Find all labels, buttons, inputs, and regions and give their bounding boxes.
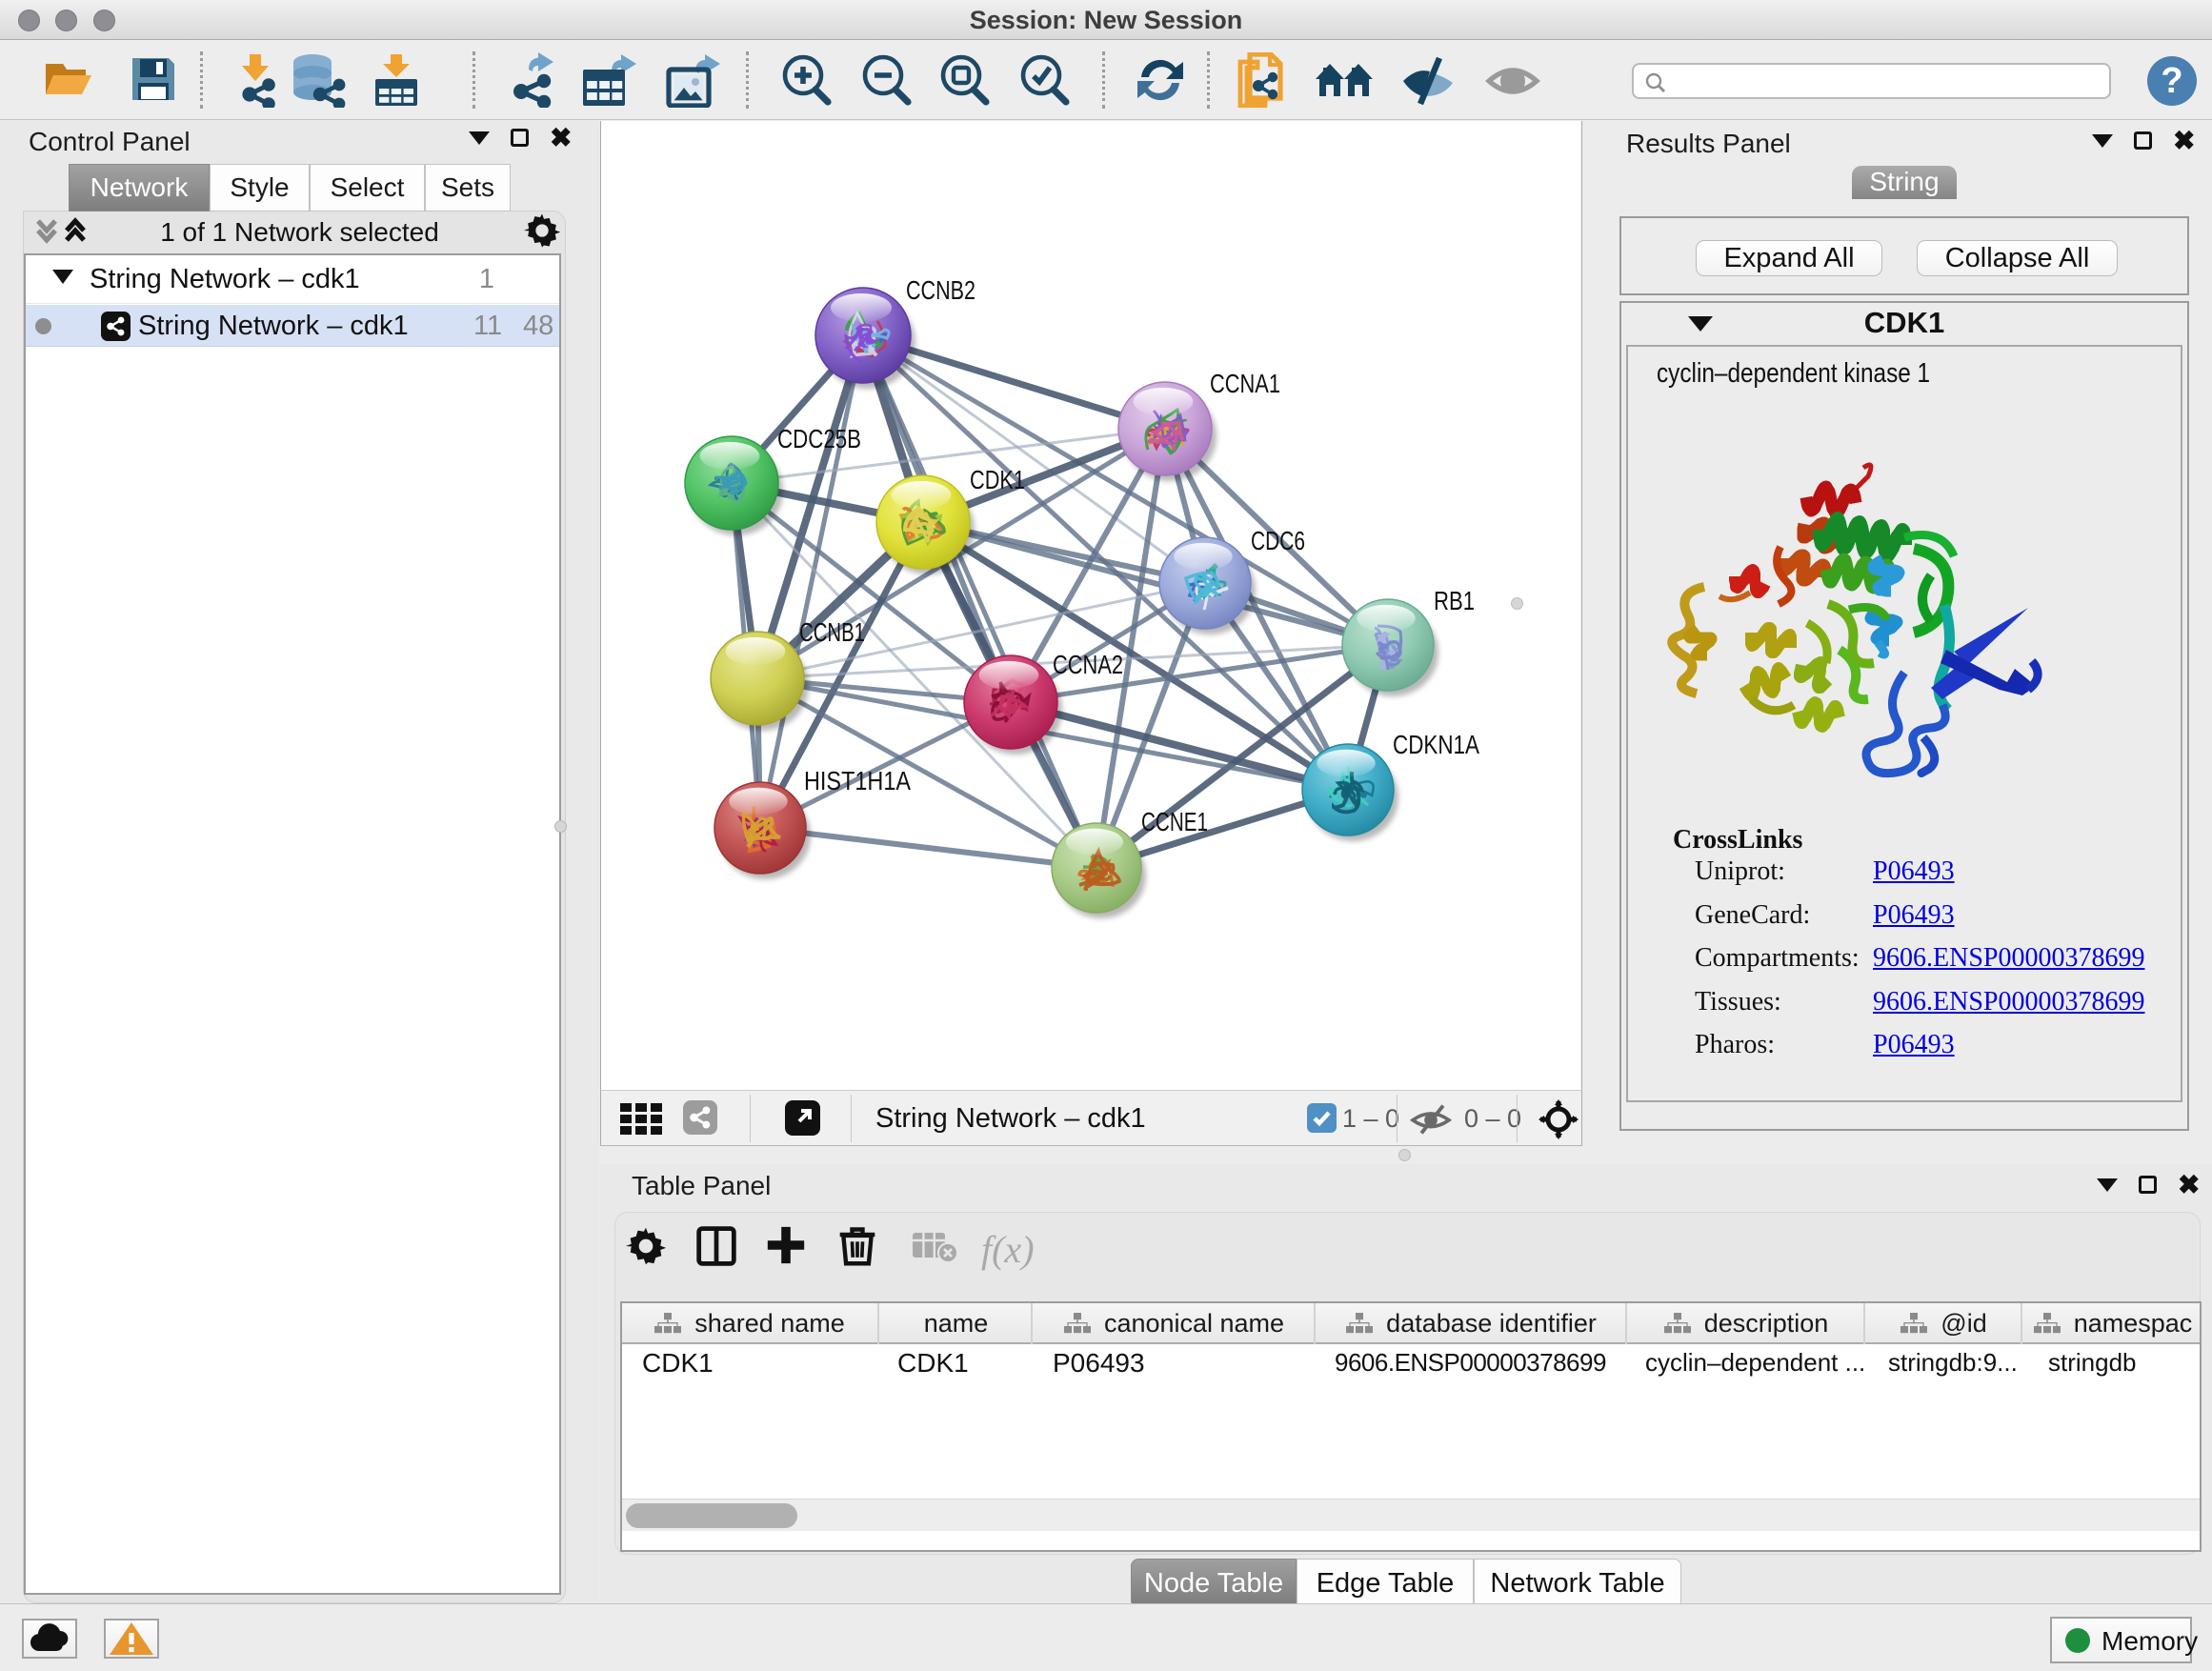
svg-text:CCNE1: CCNE1 (1141, 807, 1208, 836)
svg-text:CCNB2: CCNB2 (906, 275, 975, 305)
svg-text:CDKN1A: CDKN1A (1393, 730, 1479, 759)
svg-text:CCNA1: CCNA1 (1210, 369, 1280, 398)
svg-text:RB1: RB1 (1434, 586, 1475, 615)
svg-text:CDC6: CDC6 (1251, 526, 1305, 555)
svg-text:HIST1H1A: HIST1H1A (804, 766, 911, 795)
svg-text:CCNB1: CCNB1 (799, 617, 865, 647)
svg-text:CDC25B: CDC25B (777, 424, 861, 453)
svg-text:CCNA2: CCNA2 (1053, 650, 1123, 679)
svg-text:CDK1: CDK1 (970, 465, 1025, 494)
